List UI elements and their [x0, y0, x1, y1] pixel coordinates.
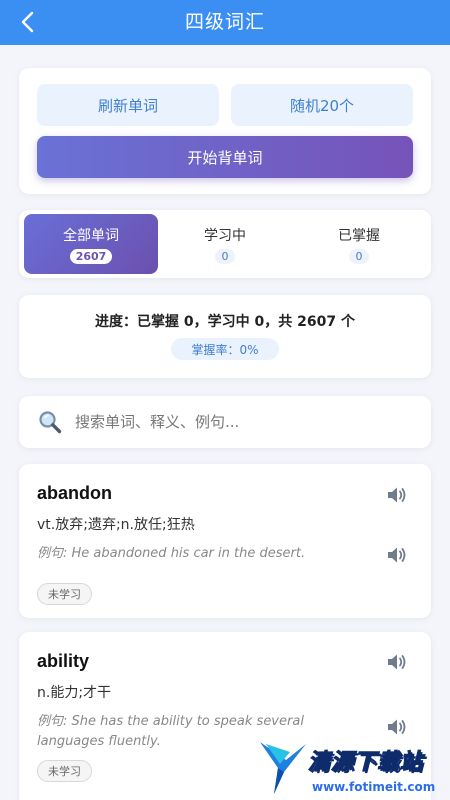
- example-prefix: 例句:: [37, 714, 68, 729]
- word-definition: n.能力;才干: [37, 685, 112, 701]
- tab-mastered[interactable]: 已掌握 0: [292, 214, 426, 274]
- word-card[interactable]: abandon vt.放弃;遗弃;n.放任;狂热 例句: He abandone…: [19, 464, 431, 618]
- mastery-rate-badge: 掌握率：0%: [171, 338, 279, 360]
- watermark-url: www.fotimeit.com: [312, 780, 436, 794]
- tab-label: 全部单词: [63, 227, 119, 244]
- speaker-icon[interactable]: [385, 484, 409, 506]
- example-prefix: 例句:: [37, 546, 68, 561]
- word-definition: vt.放弃;遗弃;n.放任;狂热: [37, 517, 195, 533]
- random-20-button[interactable]: 随机20个: [231, 84, 413, 126]
- tab-count-badge: 0: [215, 248, 235, 264]
- tab-count-badge: 2607: [69, 248, 113, 264]
- progress-summary: 进度：已掌握 0，学习中 0，共 2607 个: [95, 314, 355, 330]
- search-bar[interactable]: [19, 396, 431, 448]
- speaker-icon[interactable]: [385, 651, 409, 673]
- example-sentence: 例句: He abandoned his car in the desert.: [37, 544, 367, 564]
- search-icon: [39, 411, 62, 434]
- word-text: abandon: [37, 483, 112, 503]
- refresh-words-button[interactable]: 刷新单词: [37, 84, 219, 126]
- app-header: 四级词汇: [0, 0, 450, 45]
- status-badge: 未学习: [37, 583, 92, 605]
- watermark-text: 清源下载站: [307, 750, 424, 776]
- start-memorizing-button[interactable]: 开始背单词: [37, 136, 413, 178]
- tab-label: 学习中: [204, 227, 246, 244]
- status-badge: 未学习: [37, 760, 92, 782]
- watermark-logo: [260, 742, 306, 794]
- search-input[interactable]: [75, 406, 415, 438]
- speaker-icon[interactable]: [385, 544, 409, 566]
- filter-tabs: 全部单词 2607 学习中 0 已掌握 0: [19, 210, 431, 278]
- tab-count-badge: 0: [349, 248, 369, 264]
- word-text: ability: [37, 651, 90, 671]
- tab-learning[interactable]: 学习中 0: [158, 214, 292, 274]
- progress-panel: 进度：已掌握 0，学习中 0，共 2607 个 掌握率：0%: [19, 295, 431, 378]
- example-text: He abandoned his car in the desert.: [71, 546, 306, 561]
- page-title: 四级词汇: [184, 11, 265, 33]
- tab-all-words[interactable]: 全部单词 2607: [24, 214, 158, 274]
- watermark: 清源下载站 www.fotimeit.com: [256, 734, 436, 800]
- action-panel: 刷新单词 随机20个 开始背单词: [19, 68, 431, 194]
- tab-label: 已掌握: [338, 227, 380, 244]
